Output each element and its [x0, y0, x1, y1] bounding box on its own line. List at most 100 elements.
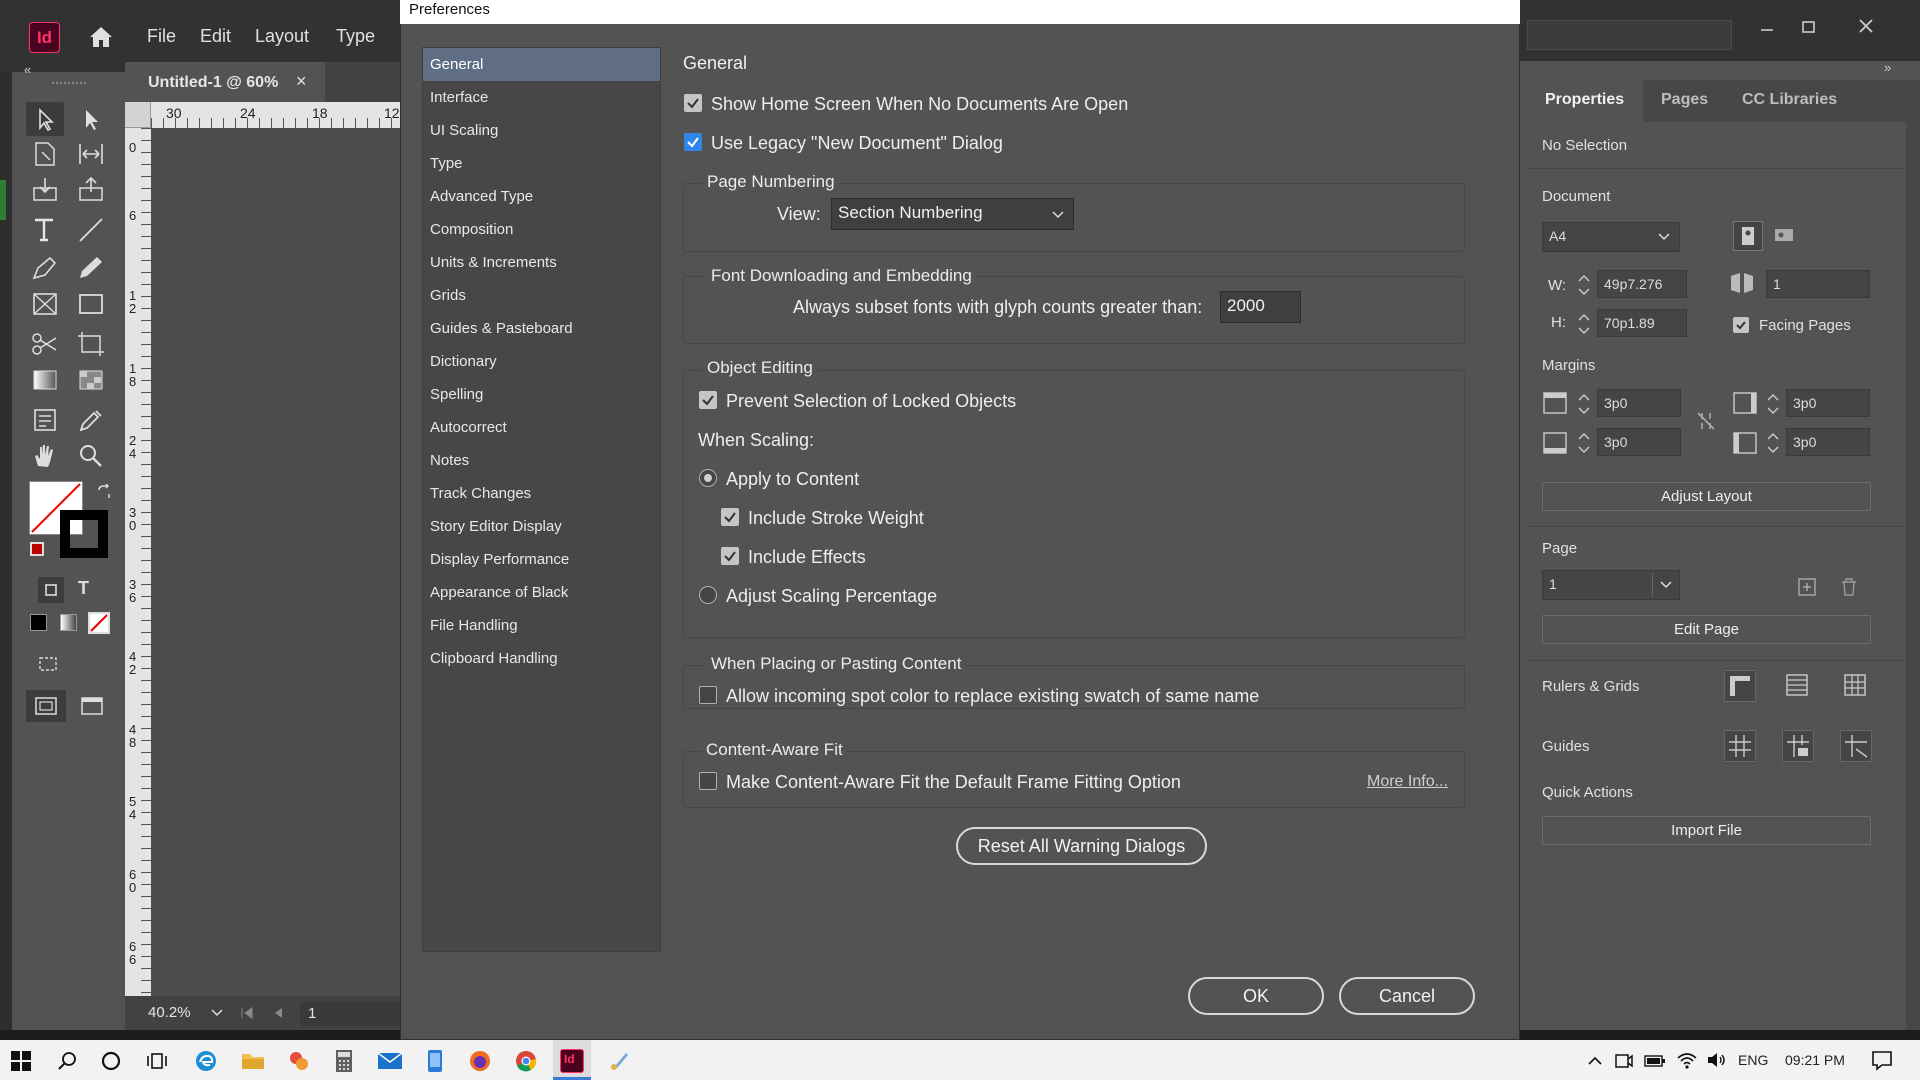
clock-time[interactable]: 09:21 PM — [1785, 1052, 1845, 1068]
baseline-grid-icon[interactable] — [1782, 670, 1814, 702]
margin-outside-input[interactable]: 3p0 — [1786, 428, 1870, 456]
category-item[interactable]: Display Performance — [423, 543, 660, 576]
indesign-taskbar-icon[interactable]: Id — [560, 1049, 584, 1073]
adjust-layout-button[interactable]: Adjust Layout — [1542, 482, 1871, 511]
windows-start-icon[interactable] — [10, 1050, 32, 1072]
pages-count-input[interactable]: 1 — [1766, 270, 1870, 298]
margin-bottom-input[interactable]: 3p0 — [1597, 428, 1681, 456]
search-field[interactable] — [1527, 20, 1732, 50]
dialog-titlebar[interactable] — [400, 0, 1520, 24]
battery-icon[interactable] — [1644, 1053, 1666, 1069]
margin-outside-stepper[interactable] — [1762, 428, 1784, 458]
stroke-swatch[interactable] — [60, 510, 108, 558]
import-file-button[interactable]: Import File — [1542, 816, 1871, 845]
portrait-orientation-icon[interactable] — [1733, 221, 1763, 251]
include-stroke-weight-checkbox[interactable] — [721, 508, 739, 526]
formatting-text-icon[interactable]: T — [78, 578, 89, 599]
swap-fill-stroke-icon[interactable] — [96, 484, 112, 500]
category-item[interactable]: Interface — [423, 81, 660, 114]
cortana-icon[interactable] — [100, 1050, 122, 1072]
glyph-count-input[interactable]: 2000 — [1220, 291, 1301, 323]
margin-top-stepper[interactable] — [1573, 389, 1595, 419]
apply-to-content-radio[interactable] — [699, 469, 717, 487]
hand-tool-icon[interactable] — [28, 440, 62, 472]
include-effects-checkbox[interactable] — [721, 547, 739, 565]
category-item[interactable]: Track Changes — [423, 477, 660, 510]
tab-cc-libraries[interactable]: CC Libraries — [1742, 91, 1837, 109]
category-item[interactable]: Grids — [423, 279, 660, 312]
eyedropper-tool-icon[interactable] — [74, 404, 108, 436]
prevent-selection-checkbox[interactable] — [699, 391, 717, 409]
selection-tool-icon[interactable] — [26, 102, 64, 136]
category-item[interactable]: Composition — [423, 213, 660, 246]
view-select[interactable]: Section Numbering — [831, 198, 1074, 230]
formatting-container-icon[interactable] — [38, 577, 64, 603]
first-page-icon[interactable] — [240, 1006, 254, 1020]
rectangle-frame-tool-icon[interactable] — [28, 288, 62, 320]
taskbar-app-icon-1[interactable] — [287, 1049, 311, 1073]
menu-edit[interactable]: Edit — [200, 26, 231, 47]
gap-tool-icon[interactable] — [74, 138, 108, 170]
lock-guides-icon[interactable] — [1782, 730, 1814, 762]
gradient-feather-tool-icon[interactable] — [74, 364, 108, 396]
facing-pages-checkbox[interactable] — [1733, 317, 1749, 333]
page-number-field[interactable]: 1 — [300, 1002, 400, 1026]
meet-now-icon[interactable] — [1614, 1051, 1634, 1071]
category-item[interactable]: Guides & Pasteboard — [423, 312, 660, 345]
document-preset-select[interactable]: A4 — [1542, 222, 1680, 252]
gradient-swatch-tool-icon[interactable] — [28, 364, 62, 396]
show-home-screen-checkbox[interactable] — [684, 94, 702, 112]
maximize-icon[interactable] — [1798, 16, 1820, 38]
type-tool-icon[interactable] — [28, 214, 62, 246]
menu-type[interactable]: Type — [336, 26, 375, 47]
preview-mode-icon[interactable] — [76, 690, 110, 722]
show-hidden-icons-chevron[interactable] — [1586, 1052, 1604, 1070]
adjust-scaling-radio[interactable] — [699, 586, 717, 604]
edit-page-button[interactable]: Edit Page — [1542, 615, 1871, 644]
line-tool-icon[interactable] — [74, 214, 108, 246]
task-view-icon[interactable] — [145, 1050, 169, 1072]
document-tab-close-icon[interactable]: × — [296, 71, 307, 92]
tab-properties[interactable]: Properties — [1545, 91, 1624, 109]
pencil-tool-icon[interactable] — [74, 252, 108, 284]
menu-layout[interactable]: Layout — [255, 26, 309, 47]
margin-top-input[interactable]: 3p0 — [1597, 389, 1681, 417]
category-item[interactable]: Notes — [423, 444, 660, 477]
height-input[interactable]: 70p1.89 — [1597, 309, 1687, 337]
margin-inside-stepper[interactable] — [1762, 389, 1784, 419]
add-page-icon[interactable] — [1796, 576, 1818, 598]
reset-warning-dialogs-button[interactable]: Reset All Warning Dialogs — [956, 827, 1207, 865]
edge-browser-icon[interactable] — [194, 1049, 218, 1073]
category-item[interactable]: Units & Increments — [423, 246, 660, 279]
tab-pages[interactable]: Pages — [1661, 91, 1708, 109]
category-item[interactable]: Type — [423, 147, 660, 180]
page-tool-icon[interactable] — [28, 138, 62, 170]
chrome-icon[interactable] — [514, 1049, 538, 1073]
screen-mode-icon[interactable] — [36, 652, 64, 676]
apply-none-icon[interactable] — [88, 612, 110, 634]
page-select[interactable]: 1 — [1542, 570, 1680, 600]
calculator-icon[interactable] — [334, 1049, 354, 1073]
wifi-icon[interactable] — [1676, 1050, 1698, 1070]
document-grid-icon[interactable] — [1840, 670, 1872, 702]
zoom-tool-icon[interactable] — [74, 440, 108, 472]
delete-page-icon[interactable] — [1838, 576, 1860, 598]
show-guides-icon[interactable] — [1724, 730, 1756, 762]
minimize-icon[interactable] — [1756, 18, 1778, 40]
category-item[interactable]: UI Scaling — [423, 114, 660, 147]
close-icon[interactable] — [1854, 14, 1878, 38]
width-input[interactable]: 49p7.276 — [1597, 270, 1687, 298]
category-item[interactable]: Clipboard Handling — [423, 642, 660, 675]
rectangle-tool-icon[interactable] — [74, 288, 108, 320]
cancel-button[interactable]: Cancel — [1339, 977, 1475, 1015]
panel-collapse-icon[interactable]: » — [1884, 60, 1891, 75]
direct-selection-tool-icon[interactable] — [72, 102, 110, 136]
category-item[interactable]: Autocorrect — [423, 411, 660, 444]
rulers-icon[interactable] — [1724, 670, 1756, 702]
mail-icon[interactable] — [377, 1050, 403, 1072]
free-transform-tool-icon[interactable] — [74, 328, 108, 360]
height-stepper[interactable] — [1573, 309, 1595, 339]
category-item[interactable]: Spelling — [423, 378, 660, 411]
previous-page-icon[interactable] — [272, 1006, 286, 1020]
toolbox-grip[interactable] — [52, 82, 86, 86]
